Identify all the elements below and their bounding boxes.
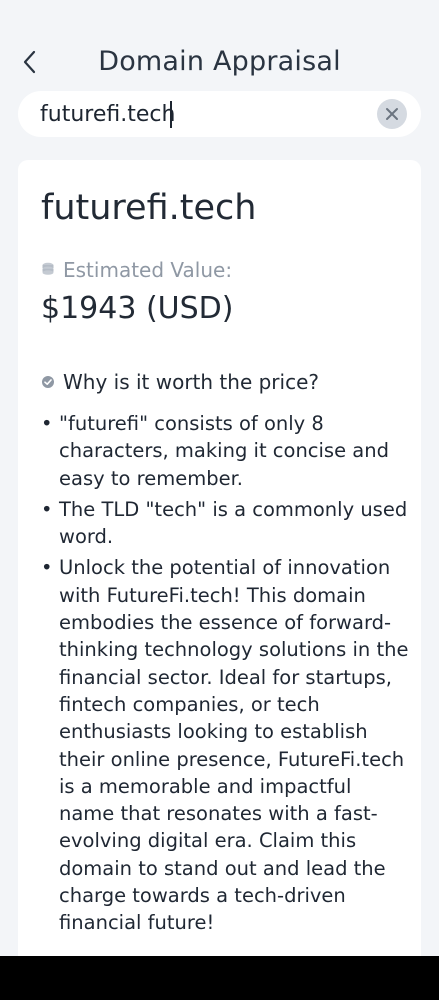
list-item: "futurefi" consists of only 8 characters… bbox=[41, 410, 409, 492]
list-item: Unlock the potential of innovation with … bbox=[41, 554, 409, 936]
domain-name-heading: futurefi.tech bbox=[41, 188, 257, 228]
reasons-list: "futurefi" consists of only 8 characters… bbox=[41, 410, 409, 941]
system-navigation-bar bbox=[0, 956, 439, 1000]
why-heading-row: Why is it worth the price? bbox=[41, 370, 411, 396]
app-header: Domain Appraisal bbox=[0, 36, 439, 92]
list-item: The TLD "tech" is a commonly used word. bbox=[41, 496, 409, 551]
coins-icon bbox=[42, 262, 54, 275]
estimated-value-amount: $1943 (USD) bbox=[41, 291, 234, 326]
clear-search-button[interactable] bbox=[377, 99, 407, 129]
estimated-value-label: Estimated Value: bbox=[63, 258, 233, 282]
why-worth-heading: Why is it worth the price? bbox=[63, 370, 319, 394]
search-bar bbox=[18, 91, 421, 137]
appraisal-card: futurefi.tech Estimated Value: $1943 (US… bbox=[18, 160, 421, 980]
verified-check-icon bbox=[42, 376, 54, 388]
close-icon bbox=[386, 108, 398, 120]
text-cursor bbox=[170, 101, 172, 128]
page-title: Domain Appraisal bbox=[98, 46, 341, 77]
domain-search-input[interactable] bbox=[40, 91, 370, 137]
